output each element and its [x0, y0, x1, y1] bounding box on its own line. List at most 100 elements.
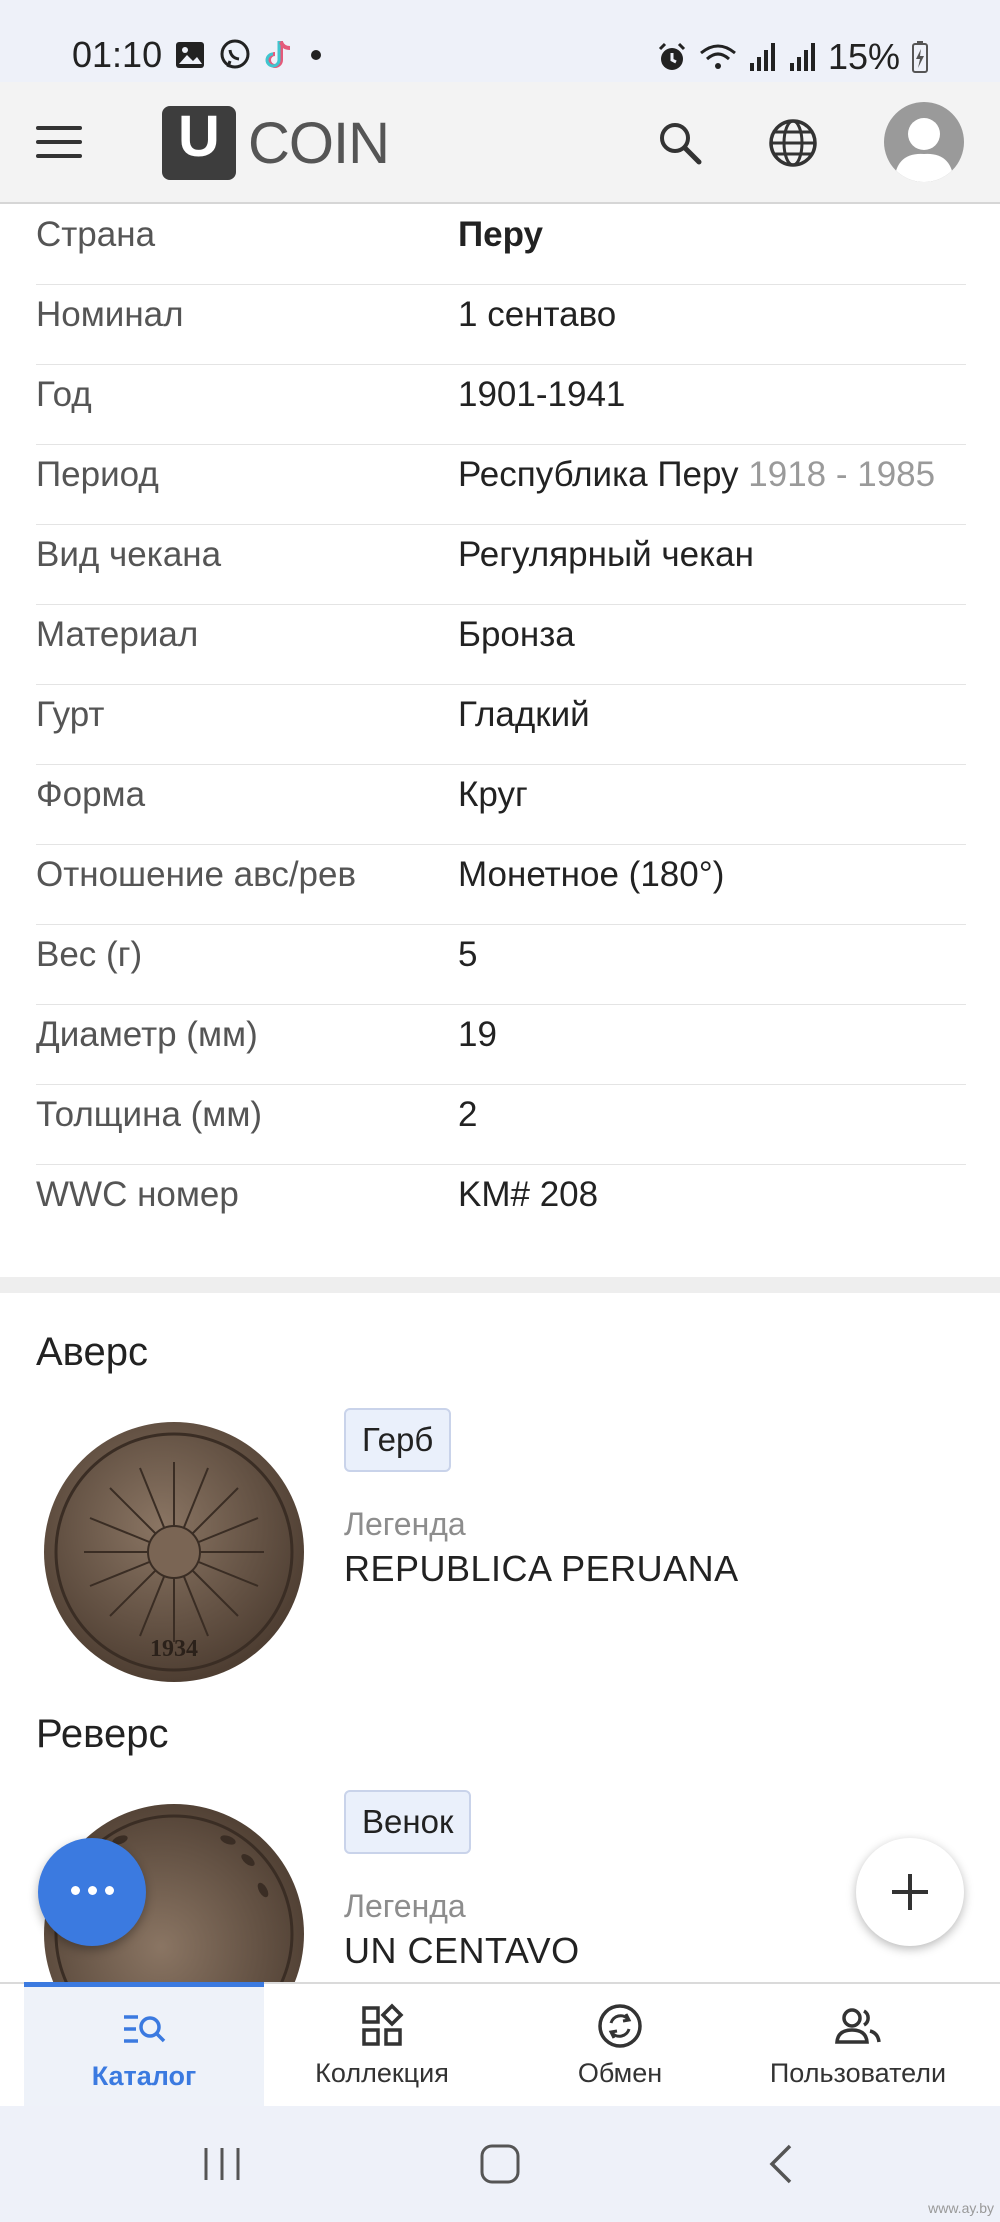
info-value-text: 2 [458, 1095, 478, 1134]
info-value[interactable]: Республика Перу 1918 - 1985 [458, 445, 935, 505]
info-label: Вид чекана [36, 535, 222, 574]
reverse-legend-label: Легенда [344, 1888, 466, 1924]
signal-icon [789, 43, 815, 71]
info-value: Гладкий [458, 685, 590, 745]
info-label: WWC номер [36, 1175, 239, 1214]
info-value-text: Регулярный чекан [458, 535, 754, 574]
nav-catalog[interactable]: Каталог [24, 1982, 264, 2109]
battery-icon [912, 41, 928, 73]
coin-info-table: Страна Перу Номинал 1 сентаво Год 1901-1941 Пе… [36, 205, 966, 1244]
info-row: Год 1901-1941 [36, 365, 966, 445]
info-value: Круг [458, 765, 528, 825]
battery-percent: 15% [827, 36, 900, 77]
nav-exchange[interactable]: Обмен [500, 1984, 740, 2106]
logo-text: COIN [248, 110, 390, 176]
obverse-image[interactable]: 1934 [40, 1418, 308, 1686]
alarm-icon [658, 42, 685, 70]
users-icon [835, 2008, 881, 2044]
info-value: Монетное (180°) [458, 845, 724, 905]
info-value-text: KM# 208 [458, 1175, 599, 1214]
logo-box: U [162, 106, 236, 180]
info-label: Вес (г) [36, 935, 143, 974]
info-row: Вес (г) 5 [36, 925, 966, 1005]
reverse-legend: UN CENTAVO [344, 1930, 580, 1971]
info-value: KM# 208 [458, 1165, 598, 1225]
obverse-tag[interactable]: Герб [344, 1408, 452, 1472]
reverse-tag[interactable]: Венок [344, 1790, 472, 1854]
nav-catalog-label: Каталог [91, 2061, 197, 2091]
info-value: Перу [458, 205, 543, 265]
catalog-search-icon [124, 2015, 166, 2043]
info-value: 5 [458, 925, 477, 985]
info-row: Диаметр (мм) 19 [36, 1005, 966, 1085]
status-time: 01:10 [72, 34, 163, 75]
info-row: Номинал 1 сентаво [36, 285, 966, 365]
info-value: 1 сентаво [458, 285, 616, 345]
reverse-title: Реверс [36, 1712, 169, 1756]
obverse-title: Аверс [36, 1330, 148, 1374]
home-icon[interactable] [478, 2142, 522, 2186]
nav-users-label: Пользователи [769, 2058, 947, 2088]
info-row: Отношение авс/рев Монетное (180°) [36, 845, 966, 925]
info-value-text: 5 [458, 935, 478, 974]
info-label: Материал [36, 615, 199, 654]
info-value-text: 1901-1941 [458, 375, 626, 414]
menu-icon[interactable] [36, 126, 82, 160]
info-label: Страна [36, 215, 156, 254]
info-value-text: Перу [458, 215, 544, 254]
info-value: Бронза [458, 605, 575, 665]
info-row: Период Республика Перу 1918 - 1985 [36, 445, 966, 525]
info-row: Вид чекана Регулярный чекан [36, 525, 966, 605]
section-divider [0, 1277, 1000, 1293]
info-row: WWC номер KM# 208 [36, 1165, 966, 1244]
avatar-icon[interactable] [884, 102, 964, 182]
tiktok-icon [265, 41, 291, 68]
info-label: Диаметр (мм) [36, 1015, 258, 1054]
add-button[interactable] [856, 1838, 964, 1946]
info-label: Форма [36, 775, 146, 814]
dot-icon [311, 50, 321, 60]
period-range: 1918 - 1985 [748, 455, 936, 494]
info-value: Регулярный чекан [458, 525, 754, 585]
nav-users[interactable]: Пользователи [738, 1984, 978, 2106]
info-label: Период [36, 455, 159, 494]
nav-collection-label: Коллекция [315, 2058, 449, 2088]
info-value-text: Бронза [458, 615, 575, 654]
nav-exchange-label: Обмен [577, 2058, 663, 2088]
info-label: Номинал [36, 295, 184, 334]
info-label: Год [36, 375, 92, 414]
search-icon[interactable] [655, 118, 705, 168]
obverse-legend-label: Легенда [344, 1506, 466, 1542]
app-header: U COIN [0, 82, 1000, 204]
info-value-text: Круг [458, 775, 528, 814]
info-value-text: Республика Перу [458, 455, 739, 494]
info-value: 2 [458, 1085, 477, 1145]
logo[interactable]: U COIN [162, 106, 390, 180]
viber-icon [220, 39, 250, 69]
info-row: Форма Круг [36, 765, 966, 845]
logo-letter: U [178, 104, 220, 169]
info-value-text: 1 сентаво [458, 295, 617, 334]
more-options-button[interactable] [38, 1838, 146, 1946]
info-value-text: 19 [458, 1015, 497, 1054]
info-value-text: Гладкий [458, 695, 590, 734]
more-dot [105, 1886, 114, 1895]
signal-icon [749, 43, 775, 71]
more-dot [71, 1886, 80, 1895]
nav-collection[interactable]: Коллекция [262, 1984, 502, 2106]
info-row: Толщина (мм) 2 [36, 1085, 966, 1165]
info-row: Материал Бронза [36, 605, 966, 685]
obverse-coin-year: 1934 [150, 1636, 198, 1662]
wifi-icon [699, 44, 736, 69]
more-dot [88, 1886, 97, 1895]
recent-apps-icon[interactable] [200, 2144, 244, 2184]
bottom-navigation: Каталог Коллекция Обмен Пользователи [0, 1982, 1000, 2109]
info-value: 19 [458, 1005, 497, 1065]
info-row: Гурт Гладкий [36, 685, 966, 765]
obverse-legend: REPUBLICA PERUANA [344, 1548, 739, 1589]
exchange-icon [598, 2004, 642, 2048]
status-bar: 01:10 15% [0, 0, 1000, 82]
watermark: www.ay.by [928, 2200, 994, 2216]
back-icon[interactable] [764, 2142, 800, 2186]
globe-icon[interactable] [766, 116, 820, 170]
